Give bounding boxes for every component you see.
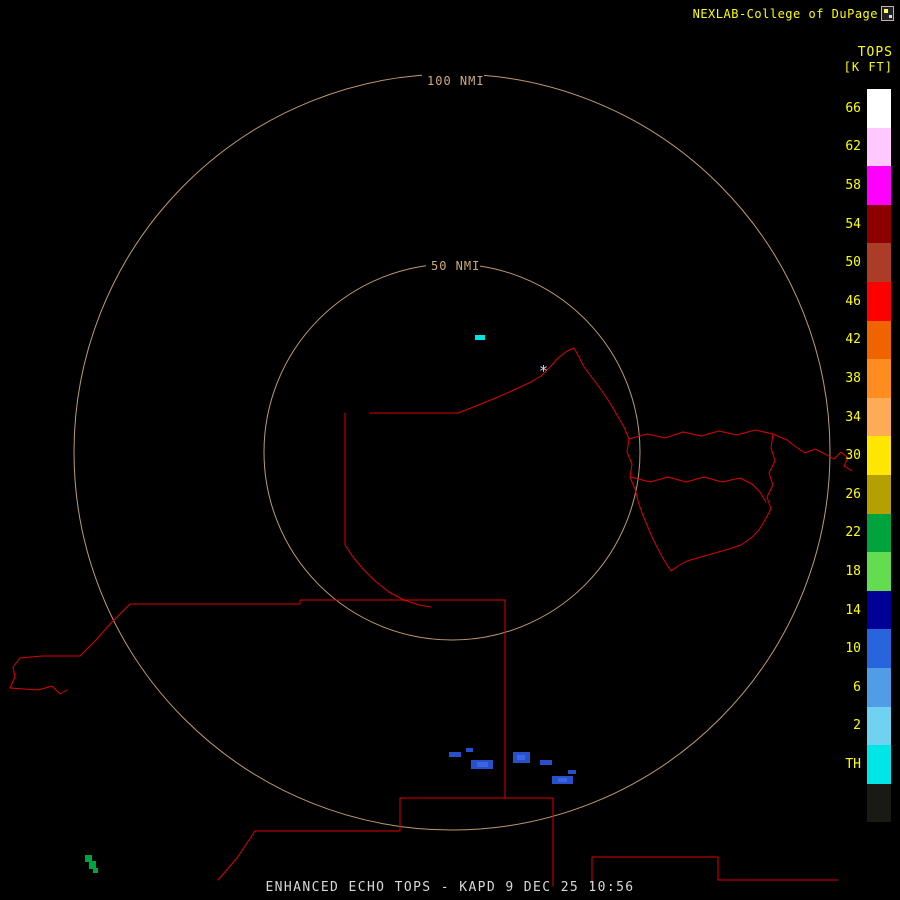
legend-segment-label: 58 <box>829 178 867 193</box>
legend-title: TOPS <box>829 46 893 60</box>
range-ring-100nmi <box>74 74 830 830</box>
legend-segment <box>829 784 893 823</box>
legend-segment: 22 <box>829 514 893 553</box>
legend-segment-label: 38 <box>829 371 867 386</box>
legend-segment-label: 66 <box>829 101 867 116</box>
legend-units: [K FT] <box>829 60 893 74</box>
legend-segment: 38 <box>829 359 893 398</box>
legend-segment-swatch <box>867 784 891 823</box>
legend-segment-swatch <box>867 398 891 437</box>
legend-segment-label: 14 <box>829 603 867 618</box>
echo-cell-blue <box>517 755 525 760</box>
legend-segments: 66625854504642383430262218141062TH <box>829 89 893 822</box>
legend-segment-swatch <box>867 205 891 244</box>
legend-segment-label: 22 <box>829 525 867 540</box>
echo-cell-blue <box>558 778 567 782</box>
legend-segment-label: 34 <box>829 410 867 425</box>
legend-segment-swatch <box>867 128 891 167</box>
legend-segment-label: 50 <box>829 255 867 270</box>
legend-segment-swatch <box>867 745 891 784</box>
legend-segment: 2 <box>829 707 893 746</box>
legend-segment-swatch <box>867 321 891 360</box>
radar-site-marker: * <box>539 362 548 380</box>
legend-segment: 30 <box>829 436 893 475</box>
echo-cell-blue <box>466 748 473 752</box>
legend-colorbar: TOPS [K FT] 6662585450464238343026221814… <box>829 46 893 822</box>
legend-segment-label: 46 <box>829 294 867 309</box>
range-ring-50nmi <box>264 264 640 640</box>
legend-segment-swatch <box>867 591 891 630</box>
echo-cell-blue <box>449 752 461 757</box>
legend-segment-swatch <box>867 359 891 398</box>
ring-label-100nmi: 100 NMI <box>427 74 485 88</box>
legend-segment-swatch <box>867 436 891 475</box>
legend-segment-swatch <box>867 475 891 514</box>
page-title: NEXLAB-College of DuPage <box>693 7 878 21</box>
legend-segment-swatch <box>867 166 891 205</box>
legend-segment-swatch <box>867 707 891 746</box>
legend-segment-label: 62 <box>829 139 867 154</box>
legend-segment-label: 18 <box>829 564 867 579</box>
legend-segment-label: 26 <box>829 487 867 502</box>
ring-label-50nmi: 50 NMI <box>431 259 480 273</box>
legend-segment-label: 42 <box>829 332 867 347</box>
county-boundaries <box>10 348 852 886</box>
legend-segment: 26 <box>829 475 893 514</box>
echo-cell-green <box>93 868 98 873</box>
legend-segment-swatch <box>867 668 891 707</box>
echo-cell-green <box>89 861 96 869</box>
echo-cell-blue <box>477 762 488 767</box>
legend-segment: 50 <box>829 243 893 282</box>
echo-cell-cyan <box>475 335 485 340</box>
radar-map: 100 NMI 50 NMI * <box>0 0 900 900</box>
legend-segment-label: TH <box>829 757 867 772</box>
legend-segment: TH <box>829 745 893 784</box>
legend-segment-swatch <box>867 89 891 128</box>
nexlab-logo-icon <box>881 6 894 21</box>
legend-segment: 34 <box>829 398 893 437</box>
legend-segment-swatch <box>867 629 891 668</box>
legend-segment-swatch <box>867 282 891 321</box>
legend-segment: 18 <box>829 552 893 591</box>
legend-segment: 58 <box>829 166 893 205</box>
legend-segment: 6 <box>829 668 893 707</box>
legend-segment-label: 6 <box>829 680 867 695</box>
legend-segment: 66 <box>829 89 893 128</box>
echo-cell-green <box>85 855 92 862</box>
legend-segment-label: 10 <box>829 641 867 656</box>
legend-segment-swatch <box>867 552 891 591</box>
legend-segment-swatch <box>867 243 891 282</box>
legend-segment-label: 54 <box>829 217 867 232</box>
legend-segment: 10 <box>829 629 893 668</box>
legend-segment: 54 <box>829 205 893 244</box>
legend-segment-label: 2 <box>829 718 867 733</box>
echo-cell-blue <box>568 770 576 774</box>
product-caption: ENHANCED ECHO TOPS - KAPD 9 DEC 25 10:56 <box>0 880 900 895</box>
legend-segment-swatch <box>867 514 891 553</box>
legend-segment-label: 30 <box>829 448 867 463</box>
legend-segment: 14 <box>829 591 893 630</box>
legend-segment: 62 <box>829 128 893 167</box>
legend-segment: 42 <box>829 321 893 360</box>
echo-cell-blue <box>540 760 552 765</box>
legend-segment: 46 <box>829 282 893 321</box>
